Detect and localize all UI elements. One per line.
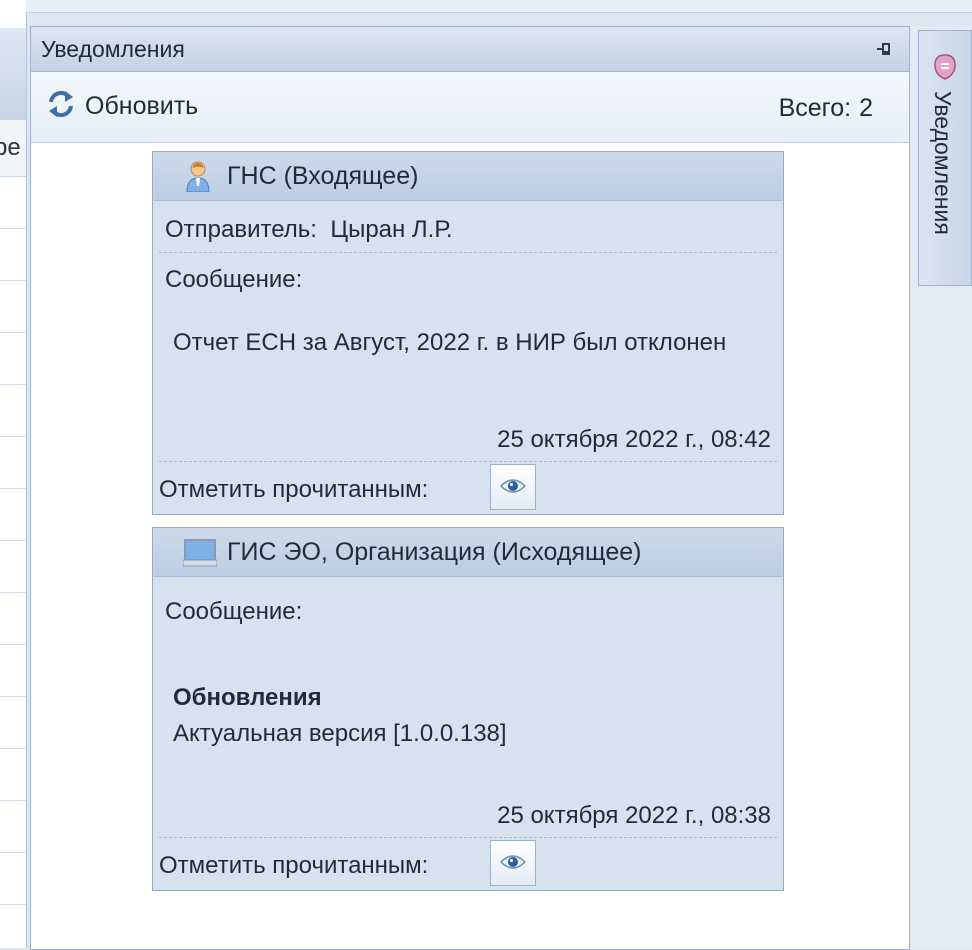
notification-icon: [933, 53, 957, 86]
background-grid-toolbar: [0, 28, 26, 121]
panel-toolbar: Обновить Всего: 2: [31, 72, 909, 143]
message-title: Обновления: [173, 684, 322, 711]
grid-row-divider: [0, 592, 26, 593]
sender-label: Отправитель:: [165, 216, 317, 243]
notification-date: 25 октября 2022 г., 08:38: [497, 802, 771, 829]
notification-header-text: ГИС ЭО, Организация (Исходящее): [227, 538, 642, 566]
notification-card: ГИС ЭО, Организация (Исходящее) Сообщени…: [152, 527, 784, 891]
notification-card-header: ГИС ЭО, Организация (Исходящее): [153, 528, 783, 577]
person-icon: [183, 160, 213, 193]
panel-title-bar: Уведомления: [31, 27, 909, 72]
refresh-icon: [45, 88, 77, 125]
sender-row: Отправитель: Цыран Л.Р.: [165, 216, 453, 244]
grid-row-divider: [0, 748, 26, 749]
grid-row-divider: [0, 696, 26, 697]
refresh-button-label: Обновить: [85, 91, 199, 120]
pin-icon[interactable]: [875, 41, 895, 57]
refresh-button[interactable]: Обновить: [45, 88, 198, 124]
eye-icon: [500, 479, 526, 493]
grid-row-divider: [0, 540, 26, 541]
panel-title: Уведомления: [41, 36, 185, 62]
background-grid-column-header[interactable]: ре: [0, 120, 26, 177]
grid-row-divider: [0, 904, 26, 905]
grid-row-divider: [0, 228, 26, 229]
grid-row-divider: [0, 488, 26, 489]
notification-header-text: ГНС (Входящее): [227, 162, 419, 190]
divider: [159, 837, 777, 838]
divider: [159, 252, 777, 253]
grid-row-divider: [0, 800, 26, 801]
mark-read-label: Отметить прочитанным:: [159, 852, 429, 879]
eye-icon: [500, 855, 526, 869]
side-tab-label: Уведомления: [930, 91, 956, 235]
notification-date: 25 октября 2022 г., 08:42: [497, 426, 771, 453]
side-tab-notifications[interactable]: Уведомления: [918, 30, 972, 286]
sender-value: Цыран Л.Р.: [330, 216, 453, 243]
grid-row-divider: [0, 332, 26, 333]
mark-read-button[interactable]: [490, 464, 536, 510]
message-label: Сообщение:: [165, 598, 303, 625]
grid-row-divider: [0, 280, 26, 281]
total-value: 2: [859, 94, 873, 122]
divider: [159, 461, 777, 462]
grid-row-divider: [0, 852, 26, 853]
message-text: Отчет ЕСН за Август, 2022 г. в НИР был о…: [173, 329, 727, 356]
top-strip: [26, 0, 972, 13]
total-count: Всего: 2: [779, 94, 873, 123]
computer-icon: [182, 536, 218, 568]
grid-row-divider: [0, 436, 26, 437]
mark-read-label: Отметить прочитанным:: [159, 476, 429, 503]
total-label: Всего:: [778, 94, 852, 122]
message-label: Сообщение:: [165, 266, 303, 293]
message-text: Актуальная версия [1.0.0.138]: [173, 720, 507, 747]
grid-row-divider: [0, 384, 26, 385]
message-body: Обновления Актуальная версия [1.0.0.138]: [173, 680, 733, 752]
background-grid-panel: ре: [0, 0, 27, 948]
notification-card: ГНС (Входящее) Отправитель: Цыран Л.Р. С…: [152, 151, 784, 515]
notification-card-header: ГНС (Входящее): [153, 152, 783, 201]
grid-row-divider: [0, 644, 26, 645]
mark-read-button[interactable]: [490, 840, 536, 886]
